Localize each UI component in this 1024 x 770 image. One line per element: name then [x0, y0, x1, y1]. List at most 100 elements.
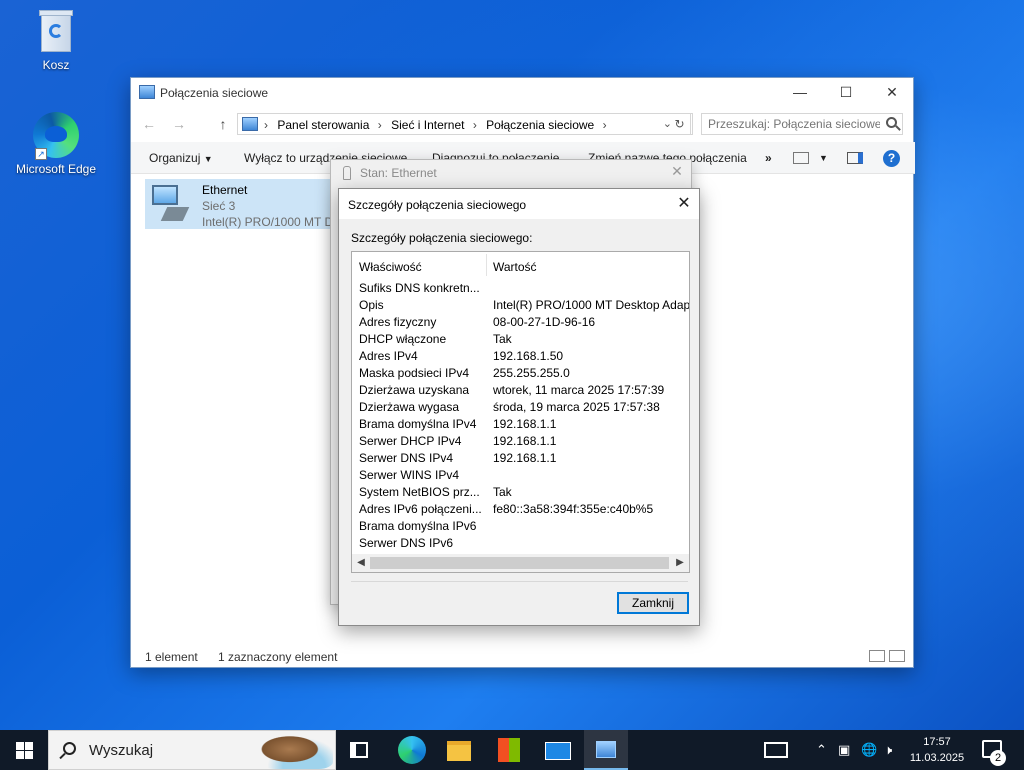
network-globe-icon[interactable]: 🌐 — [861, 742, 877, 758]
task-view-icon[interactable] — [350, 742, 368, 758]
search-icon[interactable] — [886, 117, 897, 128]
list-item[interactable]: Adres IPv6 połączeni... fe80::3a58:394f:3… — [352, 500, 689, 517]
details-list[interactable]: Właściwość Wartość Sufiks DNS konkretn..… — [351, 251, 690, 573]
close-dialog-button[interactable]: Zamknij — [617, 592, 689, 614]
change-view-icon[interactable] — [793, 152, 809, 164]
help-icon[interactable]: ? — [883, 150, 900, 167]
item-name: Ethernet — [202, 183, 248, 197]
list-item[interactable]: Serwer DHCP IPv4 192.168.1.1 — [352, 432, 689, 449]
list-item[interactable]: DHCP włączone Tak — [352, 330, 689, 347]
property-value: 192.168.1.1 — [493, 451, 557, 465]
mail-icon[interactable] — [545, 742, 571, 760]
keyboard-icon[interactable] — [764, 742, 788, 758]
list-item[interactable]: Maska podsieci IPv4 255.255.255.0 — [352, 364, 689, 381]
details-title-bar[interactable]: Szczegóły połączenia sieciowego ✕ — [339, 189, 699, 219]
large-icons-view-icon[interactable] — [889, 650, 905, 662]
file-explorer-icon[interactable] — [447, 741, 471, 761]
breadcrumb-network-internet[interactable]: Sieć i Internet — [391, 118, 464, 132]
title-bar[interactable]: Połączenia sieciowe — ☐ ✕ — [131, 78, 913, 108]
chevron-right-icon[interactable]: › — [378, 118, 382, 132]
list-item[interactable]: Dzierżawa uzyskana wtorek, 11 marca 2025 … — [352, 381, 689, 398]
details-view-icon[interactable] — [869, 650, 885, 662]
up-arrow-icon[interactable]: ↑ — [213, 114, 233, 134]
scroll-right-icon[interactable]: ▶ — [673, 556, 687, 570]
property-value: 192.168.1.50 — [493, 349, 564, 363]
list-item[interactable]: Adres fizyczny 08-00-27-1D-96-16 — [352, 313, 689, 330]
maximize-button[interactable]: ☐ — [823, 78, 869, 107]
item-adapter: Intel(R) PRO/1000 MT Desktop Adapter — [202, 215, 342, 229]
close-button[interactable]: ✕ — [869, 78, 915, 107]
refresh-icon[interactable]: ↻ — [669, 113, 691, 135]
edge-icon[interactable] — [398, 736, 426, 764]
property-name: Opis — [359, 298, 384, 312]
network-adapter-icon — [150, 185, 190, 223]
property-name: Sufiks DNS konkretn... — [359, 281, 480, 295]
taskbar: Wyszukaj ⌃ ▣ 🌐 🕨 17:57 11.03.2025 2 — [0, 730, 1024, 770]
property-name: Adres fizyczny — [359, 315, 437, 329]
camera-icon[interactable]: ▣ — [838, 742, 850, 758]
horizontal-scrollbar[interactable]: ◀ ▶ — [352, 554, 689, 572]
property-name: Adres IPv4 — [359, 349, 418, 363]
clock[interactable]: 17:57 11.03.2025 — [904, 734, 970, 766]
volume-icon[interactable]: 🕨 — [884, 742, 892, 758]
details-dialog: Szczegóły połączenia sieciowego ✕ Szczeg… — [338, 188, 700, 626]
list-item[interactable]: System NetBIOS prz... Tak — [352, 483, 689, 500]
caret-down-icon[interactable]: ▼ — [819, 153, 828, 163]
breadcrumb-network-connections[interactable]: Połączenia sieciowe — [486, 118, 594, 132]
taskbar-search[interactable]: Wyszukaj — [48, 730, 336, 770]
desktop-icon-edge[interactable]: ↗ Microsoft Edge — [14, 112, 98, 176]
property-name: Maska podsieci IPv4 — [359, 366, 470, 380]
chevron-right-icon[interactable]: › — [264, 118, 268, 132]
list-item[interactable]: Brama domyślna IPv4 192.168.1.1 — [352, 415, 689, 432]
list-item-ethernet[interactable]: Ethernet Sieć 3 Intel(R) PRO/1000 MT Des… — [145, 179, 345, 229]
scroll-left-icon[interactable]: ◀ — [354, 556, 368, 570]
chevron-up-icon[interactable]: ⌃ — [816, 742, 827, 758]
column-header-value[interactable]: Wartość — [493, 260, 537, 274]
control-panel-icon — [242, 117, 258, 131]
chevron-right-icon[interactable]: › — [473, 118, 477, 132]
list-item[interactable]: Serwer WINS IPv4 — [352, 466, 689, 483]
chevron-right-icon[interactable]: › — [603, 118, 607, 132]
scrollbar-thumb[interactable] — [370, 557, 669, 569]
status-dialog-close-button[interactable]: ✕ — [665, 163, 689, 183]
property-value: środa, 19 marca 2025 17:57:38 — [493, 400, 660, 414]
column-header-property[interactable]: Właściwość — [359, 260, 422, 274]
property-name: Serwer DNS IPv4 — [359, 451, 454, 465]
preview-pane-icon[interactable] — [847, 152, 863, 164]
clock-time: 17:57 — [923, 736, 951, 748]
taskbar-network-connections[interactable] — [584, 730, 628, 770]
shortcut-arrow-icon: ↗ — [35, 148, 47, 160]
search-highlight-otter-icon — [261, 733, 333, 769]
breadcrumb-control-panel[interactable]: Panel sterowania — [277, 118, 369, 132]
list-item[interactable]: Brama domyślna IPv6 — [352, 517, 689, 534]
search-input[interactable] — [702, 114, 880, 134]
property-value: 08-00-27-1D-96-16 — [493, 315, 596, 329]
network-connections-icon — [596, 741, 616, 758]
windows-start-icon[interactable] — [16, 742, 33, 759]
column-divider[interactable] — [486, 254, 487, 276]
network-connections-icon — [139, 85, 155, 99]
desktop-icon-recycle-bin[interactable]: Kosz — [14, 10, 98, 72]
more-commands-button[interactable]: » — [765, 151, 772, 165]
property-name: Serwer DHCP IPv4 — [359, 434, 462, 448]
organize-button[interactable]: Organizuj ▼ — [149, 151, 213, 165]
search-box[interactable] — [701, 113, 903, 135]
organize-label: Organizuj — [149, 151, 201, 165]
address-bar[interactable]: › Panel sterowania › Sieć i Internet › P… — [237, 113, 693, 135]
back-arrow-icon[interactable]: ← — [139, 114, 159, 134]
list-item[interactable]: Opis Intel(R) PRO/1000 MT Desktop Adapter — [352, 296, 689, 313]
list-item[interactable]: Serwer DNS IPv4 192.168.1.1 — [352, 449, 689, 466]
list-item[interactable]: Serwer DNS IPv6 — [352, 534, 689, 551]
list-rows: Sufiks DNS konkretn... Opis Intel(R) PRO/1… — [352, 279, 689, 551]
list-item[interactable]: Adres IPv4 192.168.1.50 — [352, 347, 689, 364]
property-name: Serwer DNS IPv6 — [359, 536, 454, 550]
store-icon[interactable] — [498, 738, 520, 762]
taskbar-search-placeholder: Wyszukaj — [89, 742, 154, 759]
forward-arrow-icon[interactable]: → — [169, 114, 189, 134]
list-item[interactable]: Dzierżawa wygasa środa, 19 marca 2025 17:… — [352, 398, 689, 415]
property-name: Brama domyślna IPv6 — [359, 519, 477, 533]
minimize-button[interactable]: — — [777, 78, 823, 107]
details-close-icon[interactable]: ✕ — [671, 192, 697, 216]
desktop-icon-label: Microsoft Edge — [15, 162, 97, 176]
list-item[interactable]: Sufiks DNS konkretn... — [352, 279, 689, 296]
